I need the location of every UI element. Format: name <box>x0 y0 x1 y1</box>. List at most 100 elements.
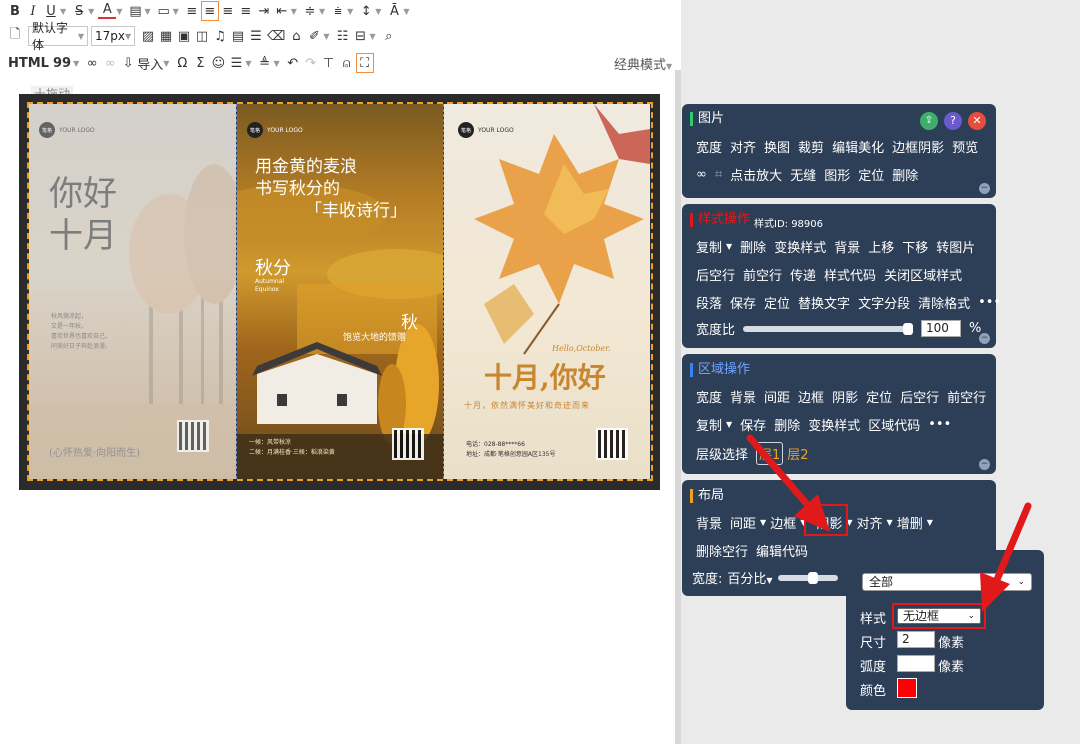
chevron-down-icon[interactable]: ▼ <box>163 59 169 68</box>
unlink-icon[interactable]: ⌗ <box>715 167 722 182</box>
chevron-down-icon[interactable]: ▼ <box>116 7 122 16</box>
style-action[interactable]: 下移 <box>902 237 928 256</box>
font-color-icon[interactable]: A <box>98 3 117 19</box>
image-action[interactable]: 点击放大 <box>730 165 782 184</box>
paragraph-spacing-icon[interactable]: ≑ <box>301 1 319 21</box>
chevron-down-icon[interactable]: ▼ <box>347 7 353 16</box>
editor-scrollbar[interactable] <box>675 70 681 744</box>
style-action[interactable]: 前空行 <box>743 265 782 284</box>
chevron-down-icon[interactable]: ▼ <box>323 32 329 41</box>
style-action[interactable]: 样式代码 <box>824 265 876 284</box>
help-icon[interactable]: ? <box>944 112 962 130</box>
chevron-down-icon[interactable]: ▼ <box>375 7 381 16</box>
music-icon[interactable]: ♫ <box>211 26 229 46</box>
image-action[interactable]: 裁剪 <box>798 137 824 156</box>
border-size-input[interactable]: 2 <box>897 631 935 648</box>
html-source-button[interactable]: HTML <box>6 53 51 73</box>
font-size-select[interactable]: 17px ▼ <box>91 26 135 46</box>
image-action[interactable]: 预览 <box>952 137 978 156</box>
region-action[interactable]: 后空行 <box>900 387 939 406</box>
template-icon[interactable]: ☰ <box>247 26 265 46</box>
chevron-down-icon[interactable]: ▼ <box>887 518 893 527</box>
align-right-icon[interactable]: ≡ <box>219 1 237 21</box>
background-color-icon[interactable]: ▤ <box>126 1 144 21</box>
video-icon[interactable]: ▤ <box>229 26 247 46</box>
style-action[interactable]: 背景 <box>834 237 860 256</box>
style-action[interactable]: 传递 <box>790 265 816 284</box>
style-action[interactable]: 上移 <box>868 237 894 256</box>
outdent-icon[interactable]: ⇤ <box>273 1 291 21</box>
region-action[interactable]: 背景 <box>730 387 756 406</box>
width-mode-select[interactable]: 百分比▼ <box>727 568 772 587</box>
search-replace-icon[interactable]: ⌕ <box>380 26 398 46</box>
layout-width-slider[interactable] <box>777 571 838 584</box>
chevron-down-icon[interactable]: ▼ <box>291 7 297 16</box>
style-action[interactable]: 后空行 <box>696 265 735 284</box>
border-radius-input[interactable] <box>897 655 935 672</box>
region-action[interactable]: 阴影 <box>832 387 858 406</box>
italic-icon[interactable]: I <box>24 1 42 21</box>
link-icon[interactable]: ∞ <box>83 53 101 73</box>
image-action[interactable]: 无缝 <box>790 165 816 184</box>
mode-switch[interactable]: 经典模式▼ <box>614 54 672 73</box>
collapse-icon[interactable]: − <box>979 183 990 194</box>
divider-icon[interactable]: ⊤ <box>320 53 338 73</box>
region-action[interactable]: 定位 <box>866 387 892 406</box>
style-action[interactable]: 段落 <box>696 293 722 312</box>
chevron-down-icon[interactable]: ▼ <box>73 59 79 68</box>
chevron-down-icon[interactable]: ▼ <box>173 7 179 16</box>
eraser-icon[interactable]: ⌫ <box>265 26 287 46</box>
width-ratio-slider[interactable] <box>743 322 914 335</box>
image-action[interactable]: 图形 <box>824 165 850 184</box>
list-icon[interactable]: ☷ <box>334 26 352 46</box>
indent-icon[interactable]: ⇥ <box>255 1 273 21</box>
unlink-icon[interactable]: ∞ <box>101 53 119 73</box>
highlight-icon[interactable]: ▭ <box>155 1 173 21</box>
redo-icon[interactable]: ↷ <box>302 53 320 73</box>
omega-icon[interactable]: Ω <box>173 53 191 73</box>
region-action[interactable]: 边框 <box>798 387 824 406</box>
export-icon[interactable]: ⇪ <box>920 112 938 130</box>
more-icon[interactable]: ••• <box>928 417 951 432</box>
region-action[interactable]: 宽度 <box>696 387 722 406</box>
paragraph-before-icon[interactable]: ⩧ <box>329 1 347 21</box>
style-action[interactable]: 转图片 <box>936 237 975 256</box>
chevron-down-icon[interactable]: ▼ <box>319 7 325 16</box>
chevron-down-icon[interactable]: ▼ <box>403 7 409 16</box>
line-height-icon[interactable]: ↕ <box>357 1 375 21</box>
import-icon[interactable]: ⇩ <box>119 53 137 73</box>
layout-action[interactable]: 增删 <box>897 513 923 532</box>
chevron-down-icon[interactable]: ▼ <box>60 7 66 16</box>
region-action[interactable]: 前空行 <box>947 387 986 406</box>
font-family-select[interactable]: 默认字体 ▼ <box>28 21 88 52</box>
underline-icon[interactable]: U <box>42 1 60 21</box>
width-ratio-input[interactable]: 100 <box>921 320 962 337</box>
heading-icon[interactable]: ≜ <box>256 53 274 73</box>
style-action[interactable]: 删除 <box>740 237 766 256</box>
image-action[interactable]: 删除 <box>892 165 918 184</box>
align-center-icon[interactable]: ≡ <box>200 1 219 21</box>
style-action[interactable]: 替换文字 <box>798 293 850 312</box>
image-action[interactable]: 宽度 <box>696 137 722 156</box>
region-action[interactable]: 区域代码 <box>868 415 920 434</box>
close-icon[interactable]: ✕ <box>968 112 986 130</box>
chevron-down-icon[interactable]: ▼ <box>370 32 376 41</box>
style-action[interactable]: 关闭区域样式 <box>884 265 962 284</box>
layout-action[interactable]: 编辑代码 <box>756 541 808 560</box>
bold-icon[interactable]: B <box>6 1 24 21</box>
sigma-icon[interactable]: Σ <box>191 53 209 73</box>
chevron-down-icon[interactable]: ▼ <box>726 420 732 429</box>
image-action[interactable]: 边框阴影 <box>892 137 944 156</box>
frame-icon[interactable]: ⊟ <box>352 26 370 46</box>
image-action[interactable]: 换图 <box>764 137 790 156</box>
style-action[interactable]: 清除格式 <box>918 293 970 312</box>
letter-spacing-icon[interactable]: Ā <box>385 1 403 21</box>
more-icon[interactable]: ••• <box>978 295 1001 310</box>
format-painter-icon[interactable]: ⌂ <box>287 26 305 46</box>
chevron-down-icon[interactable]: ▼ <box>927 518 933 527</box>
slider-knob[interactable] <box>807 571 818 584</box>
bullet-list-icon[interactable]: ☰ <box>227 53 245 73</box>
chevron-down-icon[interactable]: ▼ <box>245 59 251 68</box>
style-action[interactable]: 定位 <box>764 293 790 312</box>
gallery-icon[interactable]: ◫ <box>193 26 211 46</box>
